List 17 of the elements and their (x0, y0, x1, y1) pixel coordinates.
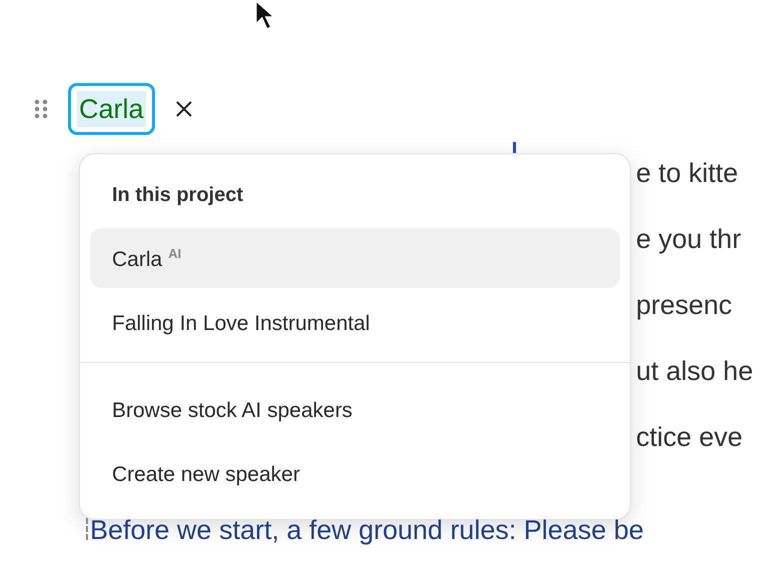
script-text: presenc (636, 290, 732, 320)
speaker-chip[interactable]: Carla (68, 83, 155, 135)
ai-label: AI (168, 246, 182, 261)
menu-item[interactable]: Browse stock AI speakers (90, 379, 620, 439)
script-line: Before we start, a few ground rules: Please be (90, 514, 644, 547)
script-text: e to kitte (636, 158, 738, 188)
menu-item[interactable]: Carla $^{AI}$ (90, 228, 620, 288)
menu-item[interactable]: Create new speaker (90, 443, 620, 503)
drag-handle-icon[interactable] (34, 99, 48, 119)
menu-item[interactable]: Falling In Love Instrumental (90, 292, 620, 352)
close-icon[interactable] (174, 100, 193, 118)
script-text: ctice eve (636, 422, 743, 452)
script-text: ut also he (636, 356, 754, 386)
line-marker (86, 518, 88, 540)
script-text: e you thr (636, 224, 742, 254)
menu-heading: In this project (111, 183, 244, 208)
text-cursor (513, 142, 516, 153)
